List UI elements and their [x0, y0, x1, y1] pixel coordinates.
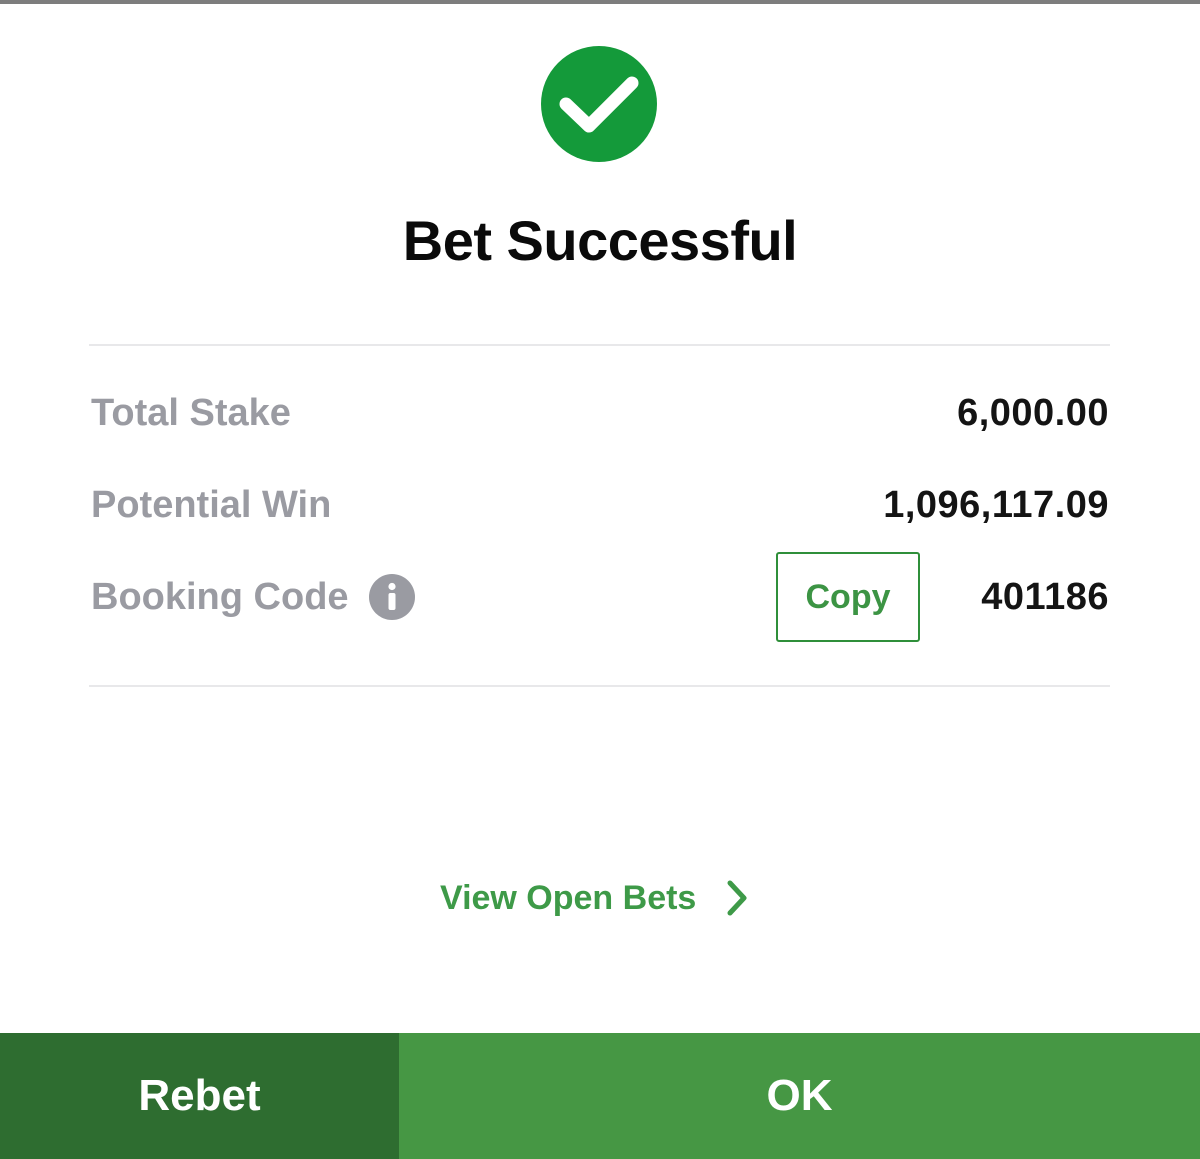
potential-win-label: Potential Win [91, 484, 332, 526]
booking-code-value: 401186 [981, 576, 1109, 618]
booking-code-label: Booking Code [91, 576, 349, 618]
total-stake-value: 6,000.00 [957, 392, 1109, 434]
action-bar: Rebet OK [0, 1033, 1200, 1159]
page-title: Bet Successful [402, 209, 798, 272]
info-icon[interactable] [369, 574, 415, 620]
chevron-right-icon [727, 880, 747, 916]
check-circle-icon [541, 46, 657, 162]
potential-win-value: 1,096,117.09 [883, 484, 1109, 526]
total-stake-label: Total Stake [91, 392, 291, 434]
view-open-bets-label: View Open Bets [440, 879, 697, 917]
summary-top-divider [89, 344, 1110, 346]
rebet-button[interactable]: Rebet [0, 1033, 399, 1159]
ok-button[interactable]: OK [399, 1033, 1200, 1159]
copy-booking-code-button[interactable]: Copy [776, 552, 920, 642]
summary-bottom-divider [89, 685, 1110, 687]
view-open-bets-link[interactable]: View Open Bets [440, 872, 748, 924]
top-edge-divider [0, 0, 1200, 4]
